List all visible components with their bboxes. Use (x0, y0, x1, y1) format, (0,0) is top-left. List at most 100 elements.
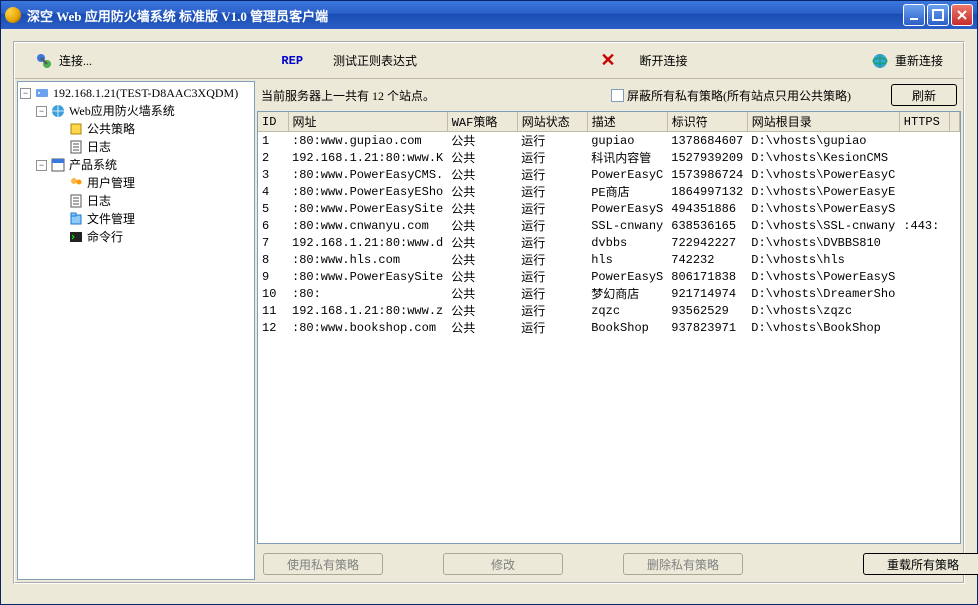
table-row[interactable]: 7192.168.1.21:80:www.d公共运行dvbbs722942227… (258, 234, 960, 251)
cell-id: 10 (258, 285, 288, 302)
reconnect-button[interactable]: 重新连接 (859, 50, 955, 72)
tree-node-product-system[interactable]: − 产品系统 (18, 156, 254, 174)
globe-icon (871, 52, 889, 70)
cell-id: 9 (258, 268, 288, 285)
col-tag[interactable]: 标识符 (667, 112, 747, 132)
cell-desc: 梦幻商店 (587, 285, 667, 302)
cell-desc: BookShop (587, 319, 667, 336)
modify-button[interactable]: 修改 (443, 553, 563, 575)
cell-state: 运行 (517, 285, 587, 302)
log-icon (68, 139, 84, 155)
cell-waf: 公共 (447, 268, 517, 285)
table-row[interactable]: 3:80:www.PowerEasyCMS.公共运行PowerEasyC1573… (258, 166, 960, 183)
checkbox-icon (611, 89, 624, 102)
collapse-icon[interactable]: − (36, 160, 47, 171)
tree-label: 日志 (87, 140, 111, 155)
delete-private-button[interactable]: 删除私有策略 (623, 553, 743, 575)
col-waf[interactable]: WAF策略 (447, 112, 517, 132)
cell-tag: 494351886 (667, 200, 747, 217)
site-grid[interactable]: ID 网址 WAF策略 网站状态 描述 标识符 网站根目录 HTTPS (257, 111, 961, 544)
reload-all-button[interactable]: 重载所有策略 (863, 553, 978, 575)
table-row[interactable]: 4:80:www.PowerEasyESho公共运行PE商店1864997132… (258, 183, 960, 200)
col-url[interactable]: 网址 (288, 112, 447, 132)
cell-state: 运行 (517, 302, 587, 319)
cell-tag: 1527939209 (667, 149, 747, 166)
tree-node-file-mgmt[interactable]: 文件管理 (18, 210, 254, 228)
test-regex-label: 测试正则表达式 (333, 52, 417, 69)
cell-url: :80:www.PowerEasyCMS. (288, 166, 447, 183)
disconnect-label: 断开连接 (640, 52, 688, 69)
tree-label: 产品系统 (69, 158, 117, 173)
cell-state: 运行 (517, 319, 587, 336)
collapse-icon[interactable]: − (20, 88, 31, 99)
cell-desc: zqzc (587, 302, 667, 319)
x-icon: ✕ (588, 50, 627, 71)
table-row[interactable]: 5:80:www.PowerEasySite公共运行PowerEasyS4943… (258, 200, 960, 217)
cell-url: :80:www.gupiao.com (288, 132, 447, 150)
tree-node-waf-system[interactable]: − Web应用防火墙系统 (18, 102, 254, 120)
cell-root: D:\vhosts\PowerEasyS (747, 268, 899, 285)
table-row[interactable]: 2192.168.1.21:80:www.K公共运行科讯内容管152793920… (258, 149, 960, 166)
col-root[interactable]: 网站根目录 (747, 112, 899, 132)
col-filler (949, 112, 959, 132)
cell-state: 运行 (517, 234, 587, 251)
tree-label: 命令行 (87, 230, 123, 245)
table-row[interactable]: 1:80:www.gupiao.com公共运行gupiao1378684607D… (258, 132, 960, 150)
cell-id: 7 (258, 234, 288, 251)
use-private-button[interactable]: 使用私有策略 (263, 553, 383, 575)
close-button[interactable] (951, 4, 973, 26)
cell-tag: 921714974 (667, 285, 747, 302)
tree-node-waf-policy[interactable]: 公共策略 (18, 120, 254, 138)
tree-node-waf-log[interactable]: 日志 (18, 138, 254, 156)
col-state[interactable]: 网站状态 (517, 112, 587, 132)
tree-node-product-log[interactable]: 日志 (18, 192, 254, 210)
col-id[interactable]: ID (258, 112, 288, 132)
connect-icon (35, 52, 53, 70)
cell-desc: SSL-cnwany (587, 217, 667, 234)
collapse-icon[interactable]: − (36, 106, 47, 117)
cell-desc: dvbbs (587, 234, 667, 251)
tree-pane[interactable]: − 192.168.1.21(TEST-D8AAC3XQDM) − Web应用防… (17, 81, 255, 580)
refresh-button[interactable]: 刷新 (891, 84, 957, 106)
table-row[interactable]: 11192.168.1.21:80:www.z公共运行zqzc93562529D… (258, 302, 960, 319)
cell-https: :443: (899, 217, 949, 234)
cell-desc: gupiao (587, 132, 667, 150)
test-regex-button[interactable]: 测试正则表达式 (321, 50, 429, 71)
mask-private-checkbox[interactable]: 屏蔽所有私有策略(所有站点只用公共策略) (611, 87, 851, 104)
cell-root: D:\vhosts\hls (747, 251, 899, 268)
cell-https (899, 200, 949, 217)
rep-label: REP (263, 54, 321, 68)
cell-desc: PE商店 (587, 183, 667, 200)
tree-label: 文件管理 (87, 212, 135, 227)
maximize-button[interactable] (927, 4, 949, 26)
tree-label: 用户管理 (87, 176, 135, 191)
cell-desc: 科讯内容管 (587, 149, 667, 166)
cell-root: D:\vhosts\SSL-cnwany (747, 217, 899, 234)
site-count: 当前服务器上一共有 12 个站点。 (261, 87, 435, 104)
table-row[interactable]: 10:80:公共运行梦幻商店921714974D:\vhosts\Dreamer… (258, 285, 960, 302)
cell-id: 1 (258, 132, 288, 150)
cell-https (899, 319, 949, 336)
table-row[interactable]: 9:80:www.PowerEasySite公共运行PowerEasyS8061… (258, 268, 960, 285)
cell-waf: 公共 (447, 217, 517, 234)
cell-waf: 公共 (447, 234, 517, 251)
disconnect-button[interactable]: 断开连接 (628, 50, 700, 71)
cell-root: D:\vhosts\gupiao (747, 132, 899, 150)
tree-node-cmdline[interactable]: 命令行 (18, 228, 254, 246)
cell-waf: 公共 (447, 132, 517, 150)
tree-node-server[interactable]: − 192.168.1.21(TEST-D8AAC3XQDM) (18, 84, 254, 102)
table-row[interactable]: 6:80:www.cnwanyu.com公共运行SSL-cnwany638536… (258, 217, 960, 234)
table-row[interactable]: 12:80:www.bookshop.com公共运行BookShop937823… (258, 319, 960, 336)
connect-button[interactable]: 连接... (23, 50, 104, 72)
cell-tag: 937823971 (667, 319, 747, 336)
cell-desc: PowerEasyS (587, 200, 667, 217)
cell-id: 2 (258, 149, 288, 166)
log-icon (68, 193, 84, 209)
minimize-button[interactable] (903, 4, 925, 26)
col-https[interactable]: HTTPS (899, 112, 949, 132)
cell-url: :80:www.hls.com (288, 251, 447, 268)
tree-node-user-mgmt[interactable]: 用户管理 (18, 174, 254, 192)
col-desc[interactable]: 描述 (587, 112, 667, 132)
cell-waf: 公共 (447, 251, 517, 268)
table-row[interactable]: 8:80:www.hls.com公共运行hls742232D:\vhosts\h… (258, 251, 960, 268)
